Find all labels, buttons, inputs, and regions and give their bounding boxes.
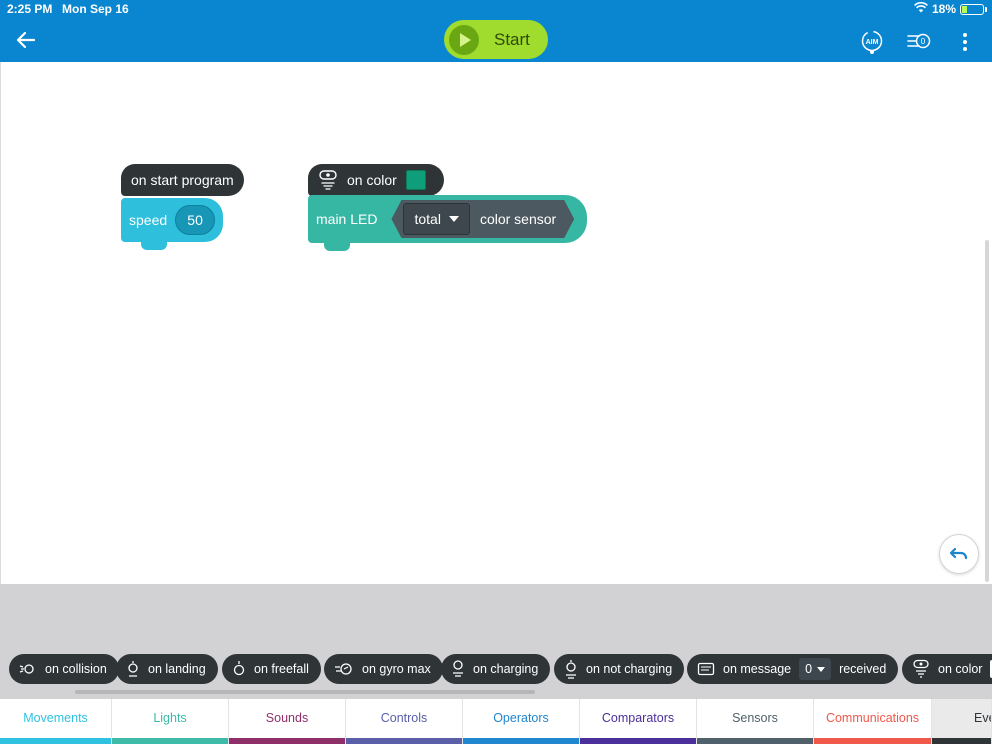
palette-on-message-label: on message — [723, 662, 792, 676]
tab-movements-label: Movements — [23, 711, 88, 725]
landing-icon — [126, 660, 140, 678]
tab-events[interactable]: Eve — [932, 699, 992, 744]
message-number-dropdown[interactable]: 0 — [799, 658, 832, 680]
more-menu-icon[interactable] — [958, 29, 972, 60]
tab-communications-label: Communications — [825, 711, 920, 725]
tab-comparators[interactable]: Comparators — [580, 699, 697, 744]
tab-comparators-label: Comparators — [601, 711, 675, 725]
wifi-icon — [914, 1, 928, 16]
tab-operators[interactable]: Operators — [463, 699, 580, 744]
tab-sensors[interactable]: Sensors — [697, 699, 814, 744]
tab-sensors-label: Sensors — [732, 711, 778, 725]
tab-events-color-bar — [932, 738, 991, 744]
svg-text:AIM: AIM — [866, 39, 879, 46]
speed-block[interactable]: speed 50 — [121, 198, 223, 242]
on-start-program-block[interactable]: on start program — [121, 164, 244, 196]
color-sensor-reporter[interactable]: total color sensor — [391, 200, 574, 238]
main-led-label: main LED — [316, 211, 378, 227]
main-led-block[interactable]: main LED total color sensor — [308, 195, 587, 243]
palette-on-gyro-max-block[interactable]: on gyro max — [324, 654, 443, 684]
palette-on-landing-block[interactable]: on landing — [116, 654, 218, 684]
speed-label: speed — [129, 212, 168, 228]
tab-sounds-color-bar — [229, 738, 345, 744]
tab-events-label: Eve — [974, 711, 991, 725]
on-start-program-label: on start program — [131, 172, 234, 188]
tab-movements[interactable]: Movements — [0, 699, 112, 744]
not-charging-icon — [564, 659, 578, 679]
charging-icon — [451, 659, 465, 679]
tab-lights[interactable]: Lights — [112, 699, 229, 744]
tab-sounds[interactable]: Sounds — [229, 699, 346, 744]
canvas-scrollbar[interactable] — [985, 240, 989, 582]
chevron-down-icon — [817, 666, 826, 672]
palette-on-freefall-label: on freefall — [254, 662, 309, 676]
color-sensor-icon — [318, 169, 338, 191]
led-block-notch — [324, 243, 350, 251]
tab-controls-label: Controls — [380, 711, 428, 725]
palette-on-color-label: on color — [938, 662, 983, 676]
start-button[interactable]: Start — [444, 20, 548, 59]
palette-on-not-charging-label: on not charging — [586, 662, 673, 676]
on-color-label: on color — [347, 172, 397, 188]
palette-on-message-block[interactable]: on message 0 received — [687, 654, 899, 684]
category-tabs: Movements Lights Sounds Controls Operato… — [0, 699, 992, 744]
tab-communications-color-bar — [814, 738, 931, 744]
tab-lights-color-bar — [112, 738, 228, 744]
speed-value-input[interactable]: 50 — [175, 205, 215, 235]
freefall-icon — [232, 660, 246, 678]
tab-sounds-label: Sounds — [265, 711, 309, 725]
svg-text:0: 0 — [921, 37, 926, 46]
battery-icon — [960, 3, 987, 15]
palette-on-not-charging-block[interactable]: on not charging — [554, 654, 685, 684]
palette-on-collision-label: on collision — [45, 662, 107, 676]
message-icon — [697, 662, 715, 676]
tab-controls[interactable]: Controls — [346, 699, 463, 744]
color-sensor-label: color sensor — [479, 211, 557, 227]
color-sensor-icon — [912, 659, 930, 679]
tab-communications[interactable]: Communications — [814, 699, 932, 744]
status-indicators: 18% — [914, 1, 987, 16]
chevron-down-icon — [449, 216, 459, 222]
tab-operators-color-bar — [463, 738, 579, 744]
code-canvas[interactable]: on start program speed 50 on color main … — [0, 62, 992, 584]
palette-on-freefall-block[interactable]: on freefall — [222, 654, 321, 684]
tab-movements-color-bar — [0, 738, 111, 744]
robot-settings-icon[interactable]: 0 — [905, 29, 933, 60]
top-bar: 2:25 PM Mon Sep 16 18% Start AIM 0 — [0, 0, 992, 62]
message-number-value: 0 — [805, 662, 813, 676]
palette-scrollbar[interactable] — [75, 690, 535, 694]
palette-on-charging-label: on charging — [473, 662, 539, 676]
status-time: 2:25 PM — [7, 2, 53, 16]
collision-icon — [19, 662, 37, 676]
color-swatch[interactable] — [405, 170, 426, 190]
palette-on-landing-label: on landing — [148, 662, 206, 676]
palette-received-label: received — [839, 662, 887, 676]
block-palette[interactable]: on collision on landing on freefall on g… — [0, 584, 992, 699]
undo-button[interactable] — [939, 534, 979, 574]
start-label: Start — [494, 29, 530, 49]
tab-operators-label: Operators — [493, 711, 549, 725]
gyro-icon — [334, 662, 354, 676]
back-button[interactable] — [14, 28, 40, 52]
palette-on-collision-block[interactable]: on collision — [9, 654, 119, 684]
palette-on-gyro-max-label: on gyro max — [362, 662, 431, 676]
undo-icon — [949, 547, 968, 560]
play-icon — [449, 24, 479, 55]
palette-on-color-block[interactable]: on color — [902, 654, 992, 684]
aim-icon[interactable]: AIM — [859, 29, 885, 60]
tab-sensors-color-bar — [697, 738, 813, 744]
tab-controls-color-bar — [346, 738, 462, 744]
status-date: Mon Sep 16 — [62, 2, 129, 16]
speed-block-notch — [141, 242, 167, 250]
on-color-block[interactable]: on color — [308, 164, 444, 196]
battery-percent: 18% — [931, 2, 956, 16]
color-total-dropdown[interactable]: total — [403, 203, 469, 235]
color-total-dropdown-value: total — [414, 211, 441, 227]
back-arrow-icon — [16, 31, 36, 49]
tab-lights-label: Lights — [153, 711, 187, 725]
palette-on-charging-block[interactable]: on charging — [441, 654, 551, 684]
tab-comparators-color-bar — [580, 738, 696, 744]
